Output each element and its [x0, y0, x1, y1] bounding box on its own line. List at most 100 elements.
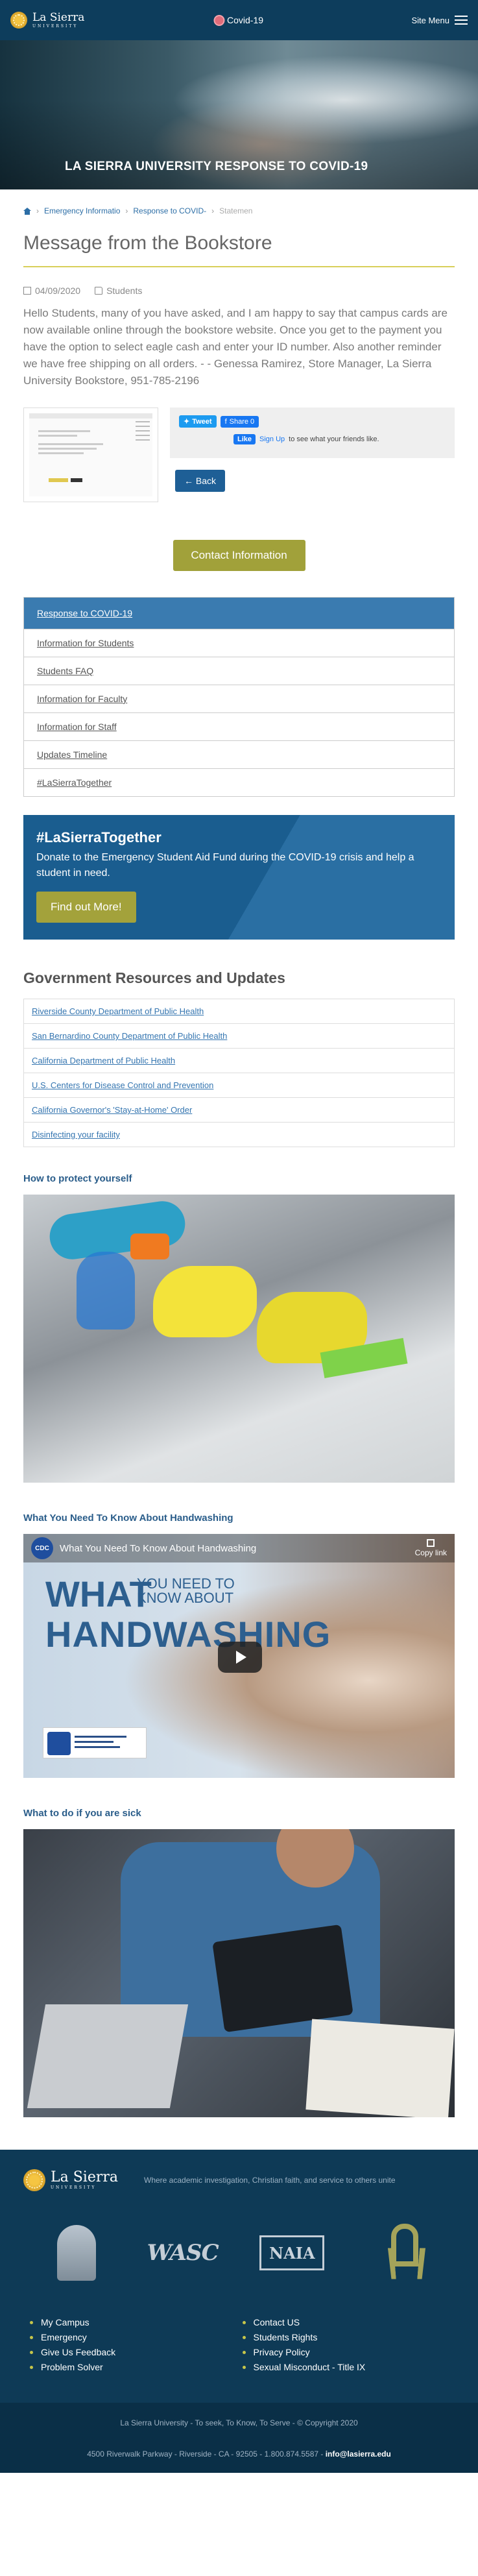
government-resources-list: Riverside County Department of Public He…: [23, 999, 455, 1147]
naia-logo: NAIA: [259, 2235, 325, 2270]
contact-information-button[interactable]: Contact Information: [173, 540, 305, 571]
government-resources-title: Government Resources and Updates: [23, 969, 285, 986]
copy-link-icon: [427, 1539, 435, 1547]
footer-link-emergency[interactable]: Emergency: [30, 2332, 243, 2342]
footer-tagline: Where academic investigation, Christian …: [144, 2176, 396, 2185]
main-content: Message from the Bookstore 04/09/2020 St…: [0, 227, 478, 2117]
site-menu-button[interactable]: Site Menu: [411, 16, 468, 25]
footer-logo-main-text: La Sierra: [51, 2169, 118, 2185]
folder-icon: [95, 287, 103, 295]
covid-19-link-label: Covid-19: [226, 15, 264, 25]
video-title-bar: CDC What You Need To Know About Handwash…: [23, 1534, 455, 1562]
video-word-need-know: YOU NEED TO KNOW ABOUT: [137, 1575, 235, 1606]
gov-link-disinfecting-facility[interactable]: Disinfecting your facility: [24, 1122, 454, 1147]
gov-link-california-public-health[interactable]: California Department of Public Health: [24, 1048, 454, 1073]
covid-response-panel: Response to COVID-19 Information for Stu…: [23, 597, 455, 797]
footer-links: My Campus Emergency Give Us Feedback Pro…: [23, 2317, 455, 2403]
if-sick-title: What to do if you are sick: [23, 1808, 141, 1819]
hero-banner: LA SIERRA UNIVERSITY RESPONSE TO COVID-1…: [0, 40, 478, 189]
wasc-logo: WASC: [147, 2240, 219, 2266]
footer-address: 4500 Riverwalk Parkway - Riverside - CA …: [87, 2449, 391, 2459]
handwashing-video-embed[interactable]: CDC What You Need To Know About Handwash…: [23, 1534, 455, 1778]
breadcrumb-emergency-information[interactable]: Emergency Informatio: [44, 206, 120, 215]
protect-yourself-title: How to protect yourself: [23, 1173, 132, 1184]
panel-item-information-for-students[interactable]: Information for Students: [24, 629, 454, 657]
awareness-ribbon-icon: [372, 2224, 431, 2282]
facebook-signup-link[interactable]: Sign Up: [259, 435, 285, 443]
facebook-signup-text: to see what your friends like.: [289, 435, 379, 443]
footer-motto-copyright: La Sierra University - To seek, To Know,…: [120, 2418, 358, 2427]
tweet-button[interactable]: ✦ Tweet: [179, 415, 217, 428]
footer-link-problem-solver[interactable]: Problem Solver: [30, 2362, 243, 2372]
footer-logo-link[interactable]: La Sierra UNIVERSITY: [23, 2169, 118, 2191]
article-thumbnail[interactable]: [23, 407, 158, 502]
footer-links-right: Contact US Students Rights Privacy Polic…: [243, 2317, 455, 2377]
footer-logo-sub-text: UNIVERSITY: [51, 2185, 97, 2190]
site-footer: La Sierra UNIVERSITY Where academic inve…: [0, 2150, 478, 2473]
footer-link-contact-us[interactable]: Contact US: [243, 2317, 455, 2327]
footer-bottom-bar: La Sierra University - To seek, To Know,…: [0, 2403, 478, 2473]
facebook-like-row: Like Sign Up to see what your friends li…: [233, 434, 446, 444]
callout-title: #LaSierraTogether: [36, 829, 161, 845]
breadcrumb-response-to-covid[interactable]: Response to COVID-: [133, 206, 206, 215]
video-title[interactable]: What You Need To Know About Handwashing: [60, 1543, 256, 1554]
gov-link-san-bernardino-county[interactable]: San Bernardino County Department of Publ…: [24, 1023, 454, 1048]
top-navigation-bar: La Sierra UNIVERSITY Covid-19 Site Menu: [0, 0, 478, 40]
article-category: Students: [95, 286, 142, 296]
find-out-more-button[interactable]: Find out More!: [36, 892, 136, 923]
gov-link-stay-at-home-order[interactable]: California Governor's 'Stay-at-Home' Ord…: [24, 1097, 454, 1122]
site-menu-label: Site Menu: [411, 15, 449, 25]
breadcrumb-current-statement: Statemen: [219, 206, 253, 215]
cleaning-countertop-image: [23, 1195, 455, 1483]
covid-19-link[interactable]: Covid-19: [214, 15, 264, 25]
panel-item-updates-timeline[interactable]: Updates Timeline: [24, 740, 454, 768]
accreditation-badges: WASC NAIA: [23, 2224, 455, 2282]
panel-item-students-faq[interactable]: Students FAQ: [24, 657, 454, 685]
footer-link-privacy-policy[interactable]: Privacy Policy: [243, 2347, 455, 2357]
video-play-button[interactable]: [218, 1642, 262, 1673]
twitter-bird-icon: ✦: [184, 418, 190, 426]
home-icon[interactable]: [23, 207, 31, 215]
gov-link-riverside-county[interactable]: Riverside County Department of Public He…: [24, 999, 454, 1023]
sunburst-logo-icon: [10, 12, 27, 29]
footer-link-my-campus[interactable]: My Campus: [30, 2317, 243, 2327]
social-share-box: ✦ Tweet f Share 0 Like Sign Up to see wh…: [170, 407, 455, 458]
footer-links-left: My Campus Emergency Give Us Feedback Pro…: [30, 2317, 243, 2377]
virus-icon: [214, 16, 223, 25]
footer-email-link[interactable]: info@lasierra.edu: [326, 2449, 391, 2459]
facebook-icon: f: [224, 418, 227, 426]
breadcrumb: › Emergency Informatio › Response to COV…: [0, 189, 478, 227]
hamburger-icon: [455, 16, 468, 25]
cdc-logo-box: [43, 1727, 147, 1758]
back-button[interactable]: ← Back: [175, 470, 226, 492]
logo-main-text: La Sierra: [32, 10, 85, 24]
doctor-tablet-image: [23, 1829, 455, 2117]
handwashing-title: What You Need To Know About Handwashing: [23, 1513, 233, 1524]
footer-link-give-feedback[interactable]: Give Us Feedback: [30, 2347, 243, 2357]
thumbnail-screenshot: [29, 413, 152, 496]
panel-item-information-for-faculty[interactable]: Information for Faculty: [24, 685, 454, 712]
panel-header-response-to-covid[interactable]: Response to COVID-19: [24, 598, 454, 629]
logo-wordmark: La Sierra UNIVERSITY: [32, 12, 84, 29]
adventist-church-logo-icon: [47, 2224, 106, 2282]
article-meta: 04/09/2020 Students: [23, 286, 455, 296]
site-logo-link[interactable]: La Sierra UNIVERSITY: [10, 12, 84, 29]
calendar-icon: [23, 287, 31, 295]
donate-callout: #LaSierraTogether Donate to the Emergenc…: [23, 815, 455, 940]
cdc-channel-avatar[interactable]: CDC: [31, 1537, 53, 1559]
facebook-like-button[interactable]: Like: [233, 434, 256, 444]
gov-link-cdc[interactable]: U.S. Centers for Disease Control and Pre…: [24, 1073, 454, 1097]
panel-item-information-for-staff[interactable]: Information for Staff: [24, 712, 454, 740]
footer-link-students-rights[interactable]: Students Rights: [243, 2332, 455, 2342]
callout-text: Donate to the Emergency Student Aid Fund…: [36, 852, 414, 879]
facebook-share-button[interactable]: f Share 0: [220, 416, 259, 428]
video-word-what: WHAT: [45, 1574, 152, 1614]
panel-item-lasierratogether[interactable]: #LaSierraTogether: [24, 768, 454, 796]
copy-link-button[interactable]: Copy link: [415, 1539, 447, 1557]
footer-link-title-ix[interactable]: Sexual Misconduct - Title IX: [243, 2362, 455, 2372]
video-word-handwashing: HANDWASHING: [45, 1614, 331, 1655]
article-date: 04/09/2020: [23, 286, 80, 296]
page-title: Message from the Bookstore: [23, 227, 455, 267]
footer-sunburst-logo-icon: [23, 2169, 45, 2191]
article-body: Hello Students, many of you have asked, …: [23, 307, 448, 387]
